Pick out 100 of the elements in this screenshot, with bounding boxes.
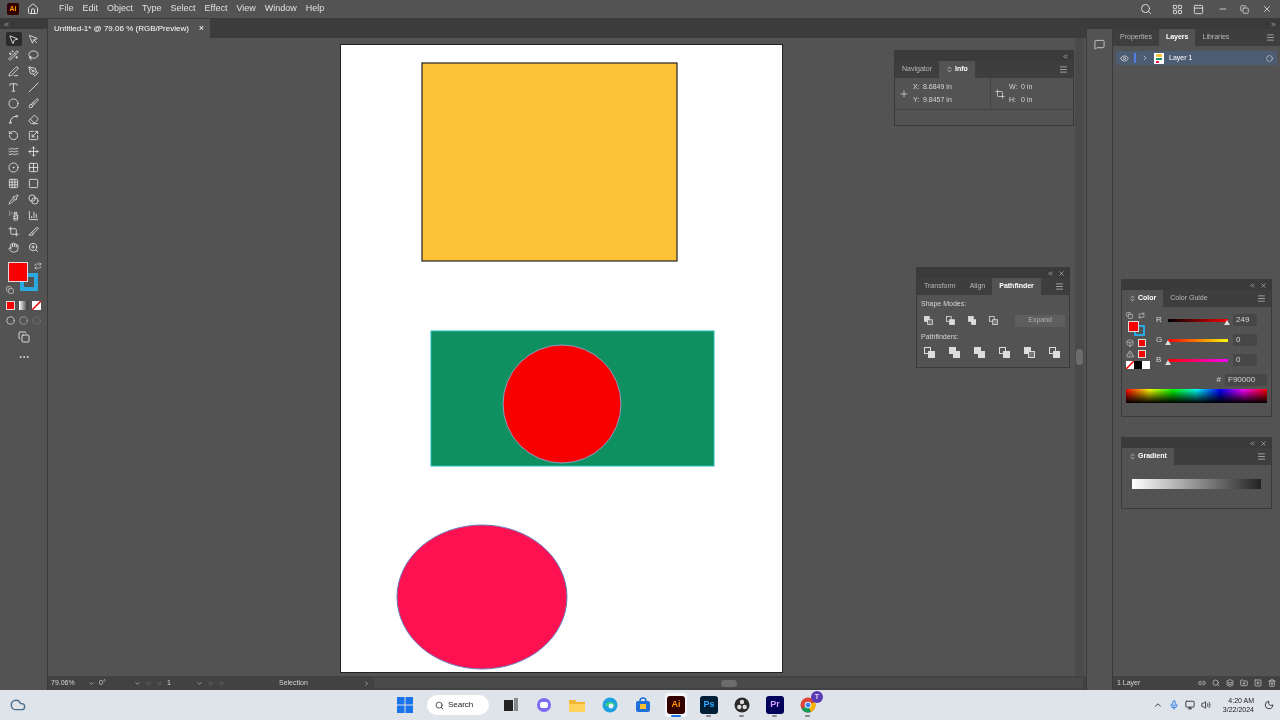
close-icon[interactable] bbox=[1262, 4, 1272, 14]
tool-button[interactable] bbox=[25, 80, 42, 94]
collapse-icon[interactable] bbox=[3, 20, 10, 28]
shape-mode-icon[interactable] bbox=[924, 347, 935, 358]
collapse-icon[interactable] bbox=[1062, 52, 1069, 60]
export-icon[interactable] bbox=[1198, 679, 1206, 687]
menu-item[interactable]: Edit bbox=[78, 2, 103, 16]
menu-item[interactable]: File bbox=[55, 2, 78, 16]
close-icon[interactable] bbox=[1058, 269, 1065, 277]
menu-item[interactable]: Help bbox=[301, 2, 329, 16]
channel-field[interactable]: 0 bbox=[1233, 334, 1257, 346]
channel-field[interactable]: 0 bbox=[1233, 354, 1257, 366]
color-spectrum[interactable] bbox=[1126, 389, 1267, 403]
moon-icon[interactable] bbox=[1264, 700, 1274, 710]
tool-button[interactable] bbox=[25, 48, 42, 62]
default-colors-icon[interactable] bbox=[1126, 312, 1133, 319]
collapse-icon[interactable] bbox=[1270, 20, 1277, 28]
menu-icon[interactable] bbox=[1055, 282, 1064, 291]
tool-button[interactable] bbox=[5, 192, 22, 206]
shape-mode-icon[interactable] bbox=[1049, 347, 1060, 358]
tool-button[interactable] bbox=[5, 224, 22, 238]
search-field[interactable]: Search bbox=[426, 695, 489, 715]
menu-item[interactable]: Select bbox=[166, 2, 200, 16]
tool-button[interactable] bbox=[25, 192, 42, 206]
menu-item[interactable]: Window bbox=[260, 2, 301, 16]
menu-icon[interactable] bbox=[1266, 33, 1275, 42]
collapse-icon[interactable] bbox=[1249, 281, 1256, 289]
target-icon[interactable] bbox=[1266, 54, 1273, 62]
menu-item[interactable]: View bbox=[232, 2, 260, 16]
comments-icon[interactable] bbox=[1094, 39, 1105, 50]
gradient-mode-swatch[interactable] bbox=[19, 301, 28, 310]
menu-item[interactable]: Object bbox=[103, 2, 138, 16]
delete-icon[interactable] bbox=[1268, 679, 1276, 687]
document-tab[interactable]: Untitled-1* @ 79.06 % (RGB/Preview) × bbox=[48, 19, 211, 38]
shape-mode-icon[interactable] bbox=[949, 347, 960, 358]
menu-item[interactable]: Effect bbox=[200, 2, 232, 16]
draw-mode-icon[interactable] bbox=[6, 316, 15, 325]
shape-mode-icon[interactable] bbox=[967, 315, 977, 326]
shape-mode-icon[interactable] bbox=[924, 315, 933, 326]
search-icon[interactable] bbox=[1212, 679, 1220, 687]
tool-button[interactable] bbox=[5, 32, 22, 46]
weather-icon[interactable] bbox=[10, 697, 26, 713]
channel-field[interactable]: 249 bbox=[1233, 314, 1257, 326]
fill-swatch[interactable] bbox=[7, 262, 28, 282]
layers-icon[interactable] bbox=[1226, 679, 1234, 687]
menu-icon[interactable] bbox=[1257, 294, 1266, 303]
expand-icon[interactable] bbox=[1141, 54, 1149, 62]
tray-overflow-icon[interactable] bbox=[1152, 700, 1163, 710]
close-icon[interactable] bbox=[1260, 281, 1267, 289]
mic-icon[interactable] bbox=[1168, 700, 1179, 710]
collapse-icon[interactable] bbox=[1249, 439, 1256, 447]
close-icon[interactable] bbox=[1260, 439, 1267, 447]
display-icon[interactable] bbox=[1184, 700, 1195, 710]
default-colors-icon[interactable] bbox=[5, 286, 14, 294]
tool-button[interactable] bbox=[5, 48, 22, 62]
menu-icon[interactable] bbox=[1059, 65, 1068, 74]
color-slider[interactable] bbox=[1168, 318, 1228, 322]
eye-icon[interactable] bbox=[1120, 53, 1129, 63]
scrollbar-thumb[interactable] bbox=[1076, 349, 1083, 365]
none-swatch-icon[interactable] bbox=[32, 301, 41, 310]
new-layer-icon[interactable] bbox=[1254, 679, 1262, 687]
gradient-bar[interactable] bbox=[1132, 479, 1261, 489]
shape-mode-icon[interactable] bbox=[945, 315, 955, 326]
color-slider[interactable] bbox=[1168, 358, 1228, 362]
tab-close[interactable]: × bbox=[198, 21, 205, 36]
shape-mode-icon[interactable] bbox=[999, 347, 1010, 358]
stroke-swatch[interactable] bbox=[19, 273, 38, 291]
tool-button[interactable] bbox=[5, 96, 22, 110]
shape-mode-icon[interactable] bbox=[1024, 347, 1035, 358]
tool-button[interactable] bbox=[25, 112, 42, 126]
scrollbar-thumb[interactable] bbox=[720, 679, 737, 687]
search-icon[interactable] bbox=[1140, 3, 1152, 15]
web-safe-swatch[interactable] bbox=[1138, 339, 1146, 347]
color-slider[interactable] bbox=[1168, 338, 1228, 342]
shape-mode-icon[interactable] bbox=[974, 347, 985, 358]
hex-field[interactable]: F90000 bbox=[1225, 374, 1267, 386]
restore-icon[interactable] bbox=[1240, 4, 1249, 14]
fill-swatch[interactable] bbox=[1128, 321, 1139, 332]
shape-mode-icon[interactable] bbox=[989, 315, 999, 326]
home-icon[interactable] bbox=[27, 3, 39, 15]
screen-mode-icon[interactable] bbox=[17, 331, 30, 343]
light-swatch[interactable] bbox=[1142, 361, 1150, 369]
collapse-icon[interactable] bbox=[1047, 269, 1054, 277]
menu-item[interactable]: Type bbox=[138, 2, 166, 16]
workspace-icon[interactable] bbox=[1172, 3, 1183, 15]
stroke-swatch[interactable] bbox=[1134, 325, 1145, 336]
slider-thumb[interactable] bbox=[1165, 339, 1171, 345]
tool-button[interactable] bbox=[25, 144, 42, 158]
dark-swatch[interactable] bbox=[1134, 361, 1142, 369]
new-sublayer-icon[interactable] bbox=[1240, 679, 1248, 687]
draw-behind-icon[interactable] bbox=[19, 316, 28, 325]
status-menu-icon[interactable] bbox=[363, 679, 370, 687]
tool-button[interactable] bbox=[25, 96, 42, 110]
panel-icon[interactable] bbox=[1193, 3, 1204, 15]
task-view-icon[interactable] bbox=[503, 698, 518, 712]
tool-button[interactable] bbox=[5, 64, 22, 78]
color-mode-swatch[interactable] bbox=[6, 301, 15, 310]
speaker-icon[interactable] bbox=[1200, 700, 1211, 710]
slider-thumb[interactable] bbox=[1165, 359, 1171, 365]
swap-icon[interactable] bbox=[33, 262, 42, 270]
